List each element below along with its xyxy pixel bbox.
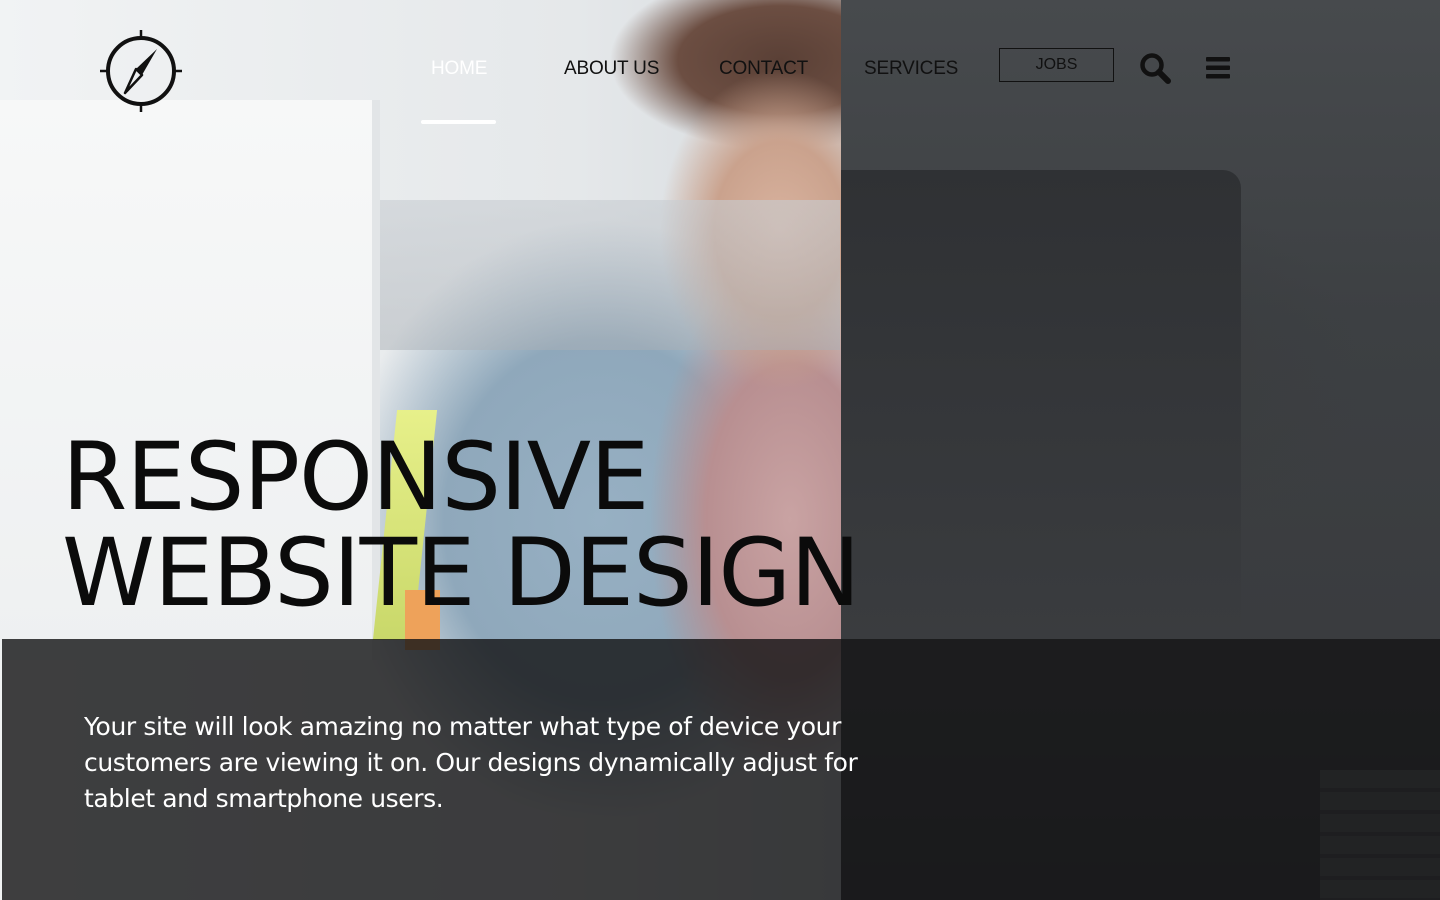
nav-about-us[interactable]: ABOUT US (564, 58, 659, 80)
hero-title: RESPONSIVE WEBSITE DESIGN (62, 423, 861, 628)
hero-description: Your site will look amazing no matter wh… (84, 712, 858, 813)
hamburger-menu-icon[interactable] (1204, 56, 1232, 80)
hero-title-line-2: WEBSITE DESIGN (62, 519, 861, 628)
nav-contact[interactable]: CONTACT (719, 58, 808, 80)
laptop-shape (841, 170, 1241, 640)
active-nav-indicator (421, 120, 496, 124)
compass-logo-icon[interactable] (98, 28, 184, 114)
nav-services[interactable]: SERVICES (864, 58, 958, 80)
jobs-button[interactable]: JOBS (999, 48, 1114, 82)
window-band (380, 200, 840, 350)
nav-home[interactable]: HOME (431, 58, 487, 80)
hero-title-line-1: RESPONSIVE (62, 423, 649, 532)
search-icon[interactable] (1139, 52, 1171, 84)
